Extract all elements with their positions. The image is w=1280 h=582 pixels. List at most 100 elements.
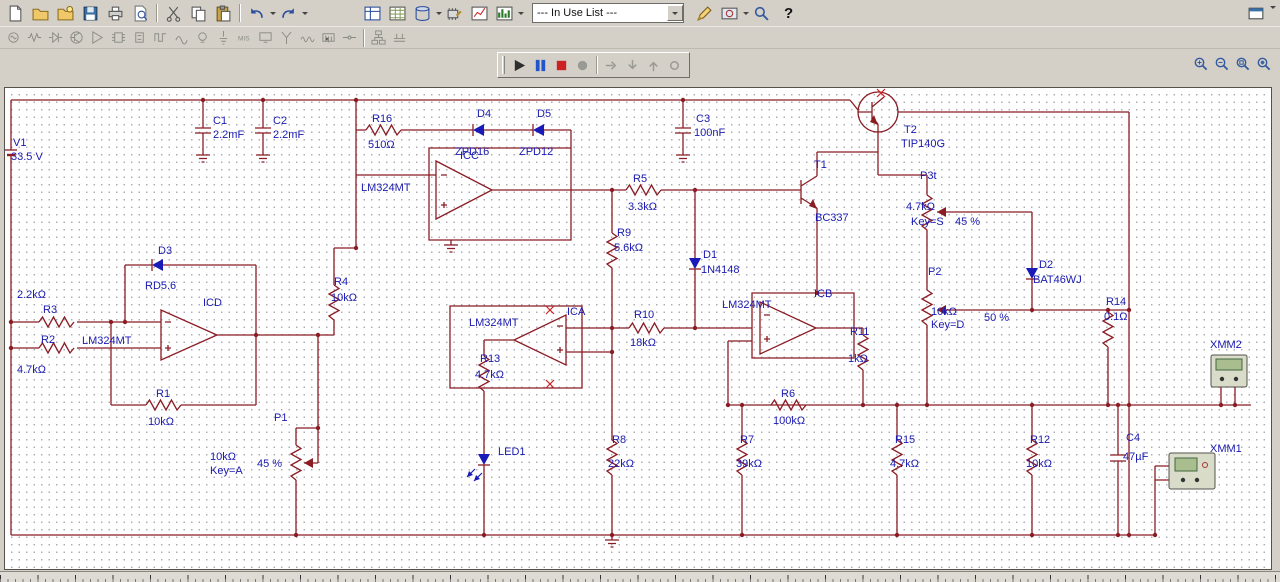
label-P2-key[interactable]: Key=D [931,319,964,331]
label-D3-value[interactable]: RD5.6 [145,280,176,292]
place-indicator-button[interactable] [192,29,213,47]
zener-D3-symbol[interactable] [151,258,164,272]
find-button[interactable] [749,2,774,24]
place-analog-button[interactable] [87,29,108,47]
zener-D4-symbol[interactable] [472,123,485,137]
label-LED1-ref[interactable]: LED1 [498,446,526,458]
place-hierarchical-button[interactable] [368,29,389,47]
label-C4-ref[interactable]: C4 [1126,432,1140,444]
label-R13-value[interactable]: 4.7kΩ [475,369,504,381]
transformer-screen-button[interactable] [717,2,742,24]
label-D1-value[interactable]: 1N4148 [701,264,740,276]
opamp-ICA-symbol[interactable] [512,313,567,367]
analyses-button[interactable] [492,2,517,24]
place-advanced-peripherals-button[interactable] [255,29,276,47]
place-basic-button[interactable] [24,29,45,47]
label-D3-ref[interactable]: D3 [158,245,172,257]
grapher-button[interactable] [467,2,492,24]
label-P2-ref[interactable]: P2 [928,266,941,278]
label-P3t-key[interactable]: Key=S [911,216,944,228]
resistor-R16-symbol[interactable] [365,124,402,136]
instrument-XMM2[interactable] [1210,354,1248,388]
label-R8-ref[interactable]: R8 [612,434,626,446]
label-ICA-part[interactable]: LM324MT [469,317,519,329]
label-R8-value[interactable]: 22kΩ [608,458,634,470]
label-ICC-ref[interactable]: ICC [460,150,479,162]
resistor-R1-symbol[interactable] [145,399,182,411]
label-R2-value[interactable]: 4.7kΩ [17,364,46,376]
opamp-ICC-symbol[interactable] [435,159,494,221]
label-D4-ref[interactable]: D4 [477,108,491,120]
place-nicomponents-button[interactable] [318,29,339,47]
label-R6-value[interactable]: 100kΩ [773,415,805,427]
step-into-button[interactable] [622,56,643,74]
label-R7-ref[interactable]: R7 [740,434,754,446]
step-over-button[interactable] [601,56,622,74]
label-D2-value[interactable]: BAT46WJ [1033,274,1082,286]
cut-button[interactable] [161,2,186,24]
window-new-button[interactable] [1244,2,1269,24]
opamp-ICD-symbol[interactable] [160,308,219,362]
label-R15-value[interactable]: 4.7kΩ [890,458,919,470]
label-R2-ref[interactable]: R2 [41,334,55,346]
new-file-button[interactable] [3,2,28,24]
label-R15-ref[interactable]: R15 [895,434,915,446]
label-XMM2-ref[interactable]: XMM2 [1210,339,1242,351]
label-R4-value[interactable]: 10kΩ [331,292,357,304]
label-R9-ref[interactable]: R9 [617,227,631,239]
toolbar-grip[interactable] [502,56,505,74]
label-P2-value[interactable]: 10kΩ [931,306,957,318]
diode-D1-symbol[interactable] [688,257,702,270]
label-P3t-ref[interactable]: P3t [920,170,937,182]
place-misc-digital-button[interactable] [150,29,171,47]
label-R3-ref[interactable]: R3 [43,304,57,316]
label-ICC-part[interactable]: LM324MT [361,182,411,194]
help-button[interactable]: ? [784,5,793,22]
run-simulation-button[interactable] [509,56,530,74]
label-R5-ref[interactable]: R5 [633,173,647,185]
resistor-R10-symbol[interactable] [628,322,665,334]
label-P1-key[interactable]: Key=A [210,465,243,477]
resistor-R5-symbol[interactable] [625,184,662,196]
label-R13-ref[interactable]: R13 [480,353,500,365]
redo-button[interactable] [276,2,301,24]
label-P1-percent[interactable]: 45 % [257,458,282,470]
place-connectors-button[interactable] [339,29,360,47]
label-C2-ref[interactable]: C2 [273,115,287,127]
place-misc-button[interactable]: MIS [234,29,255,47]
breakpoint-button[interactable] [664,56,685,74]
ground-symbol[interactable] [195,149,211,163]
label-C3-ref[interactable]: C3 [696,113,710,125]
component-wizard-button[interactable] [442,2,467,24]
label-R12-ref[interactable]: R12 [1030,434,1050,446]
place-power-button[interactable] [213,29,234,47]
label-R10-value[interactable]: 18kΩ [630,337,656,349]
component-symbols[interactable] [38,123,1113,548]
label-R16-value[interactable]: 510Ω [368,139,395,151]
place-rf-button[interactable] [276,29,297,47]
label-T1-ref[interactable]: T1 [814,159,827,171]
label-R5-value[interactable]: 3.3kΩ [628,201,657,213]
label-R14-ref[interactable]: R14 [1106,296,1126,308]
label-ICD-ref[interactable]: ICD [203,297,222,309]
label-R11-value[interactable]: 1kΩ [848,353,868,365]
label-R6-ref[interactable]: R6 [781,388,795,400]
place-source-button[interactable] [3,29,24,47]
label-P1-ref[interactable]: P1 [274,412,287,424]
place-diode-button[interactable] [45,29,66,47]
st6p-simulation-button[interactable] [551,56,572,74]
label-ICD-part[interactable]: LM324MT [82,335,132,347]
redo-dropdown-arrow[interactable] [302,12,308,18]
label-C1-value[interactable]: 2.2mF [213,129,244,141]
label-R14-value[interactable]: 0.1Ω [1104,311,1128,323]
place-bus-button[interactable] [389,29,410,47]
schematic-drawing[interactable] [5,88,1273,571]
label-R12-value[interactable]: 10kΩ [1026,458,1052,470]
zener-D5-symbol[interactable] [532,123,545,137]
ground-symbol[interactable] [443,239,459,253]
label-D5-value[interactable]: ZPD12 [519,146,553,158]
record-button[interactable] [572,56,593,74]
label-C4-value[interactable]: 47µF [1123,451,1148,463]
resistor-R3-symbol[interactable] [38,316,75,328]
label-R4-ref[interactable]: R4 [334,276,348,288]
